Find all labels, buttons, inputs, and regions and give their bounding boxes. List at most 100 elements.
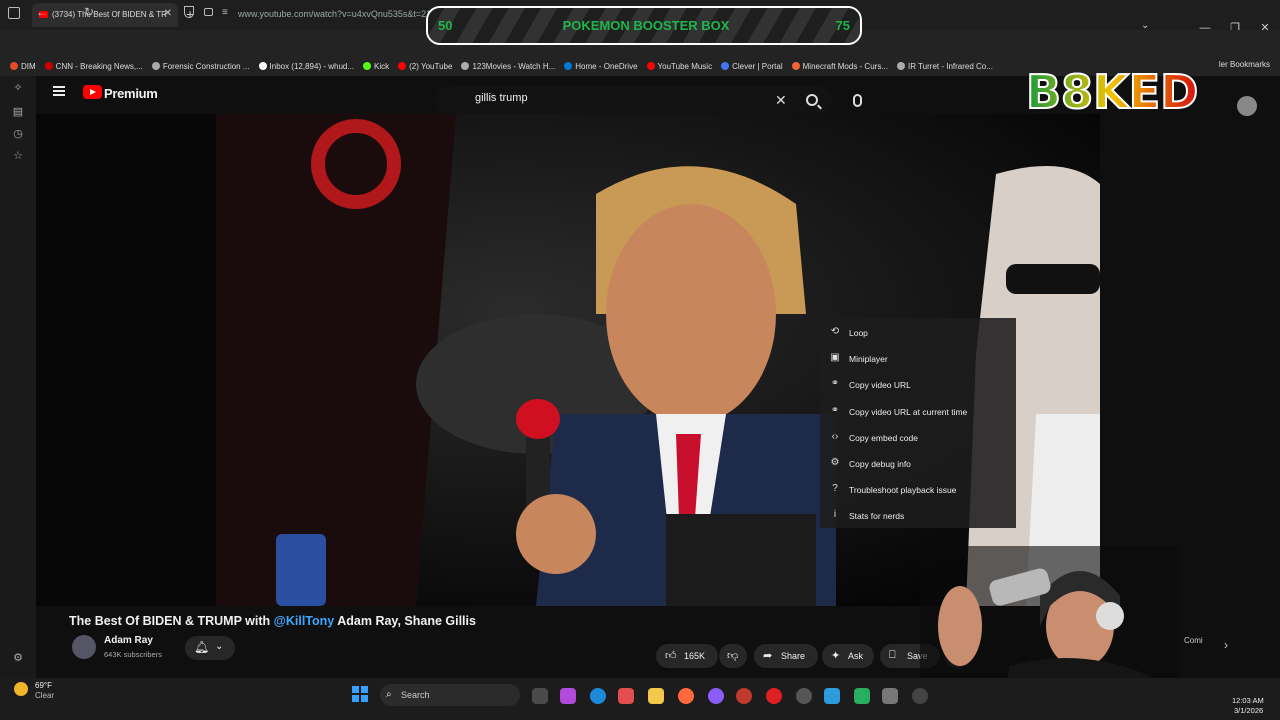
tab-close-icon[interactable]: ✕ [164,8,172,19]
bookmark-label: Inbox (12,894) - whud... [269,61,355,71]
context-menu-item[interactable]: ⟲ Loop [820,320,1016,344]
weather-moon-icon[interactable] [14,682,28,696]
context-menu-item[interactable]: ⚭ Copy video URL [820,372,1016,396]
clock-time[interactable]: 12:03 AM [1232,696,1264,705]
minimize-icon[interactable]: — [1190,0,1220,34]
video-title-text: The Best Of BIDEN & TRUMP with [69,614,271,628]
bookmark-item[interactable]: IR Turret - Infrared Co... [897,62,993,71]
menu-icon[interactable] [53,86,65,96]
debug-icon: ⚙ [830,457,840,468]
forward-icon[interactable]: → [60,5,72,19]
bookmark-label: YouTube Music [657,61,713,71]
settings-gear-icon[interactable]: ⚙ [12,652,24,664]
site-settings-icon[interactable]: ≡ [222,7,228,18]
context-menu-item[interactable]: ‹› Copy embed code [820,425,1016,449]
like-count: 165K [684,651,706,661]
photos-icon[interactable] [824,688,840,704]
shield-icon[interactable] [184,6,194,18]
bookmark-item[interactable]: Clever | Portal [721,62,783,71]
weather-temperature[interactable]: 69°F [35,681,52,690]
ask-button[interactable]: ✦ Ask [822,644,874,668]
bookmark-label: Forensic Construction ... [162,61,250,71]
maximize-icon[interactable]: ❐ [1220,0,1250,34]
dislike-button[interactable]: 👎︎ [719,644,747,668]
bookmark-item[interactable]: CNN - Breaking News,... [44,61,143,71]
video-title: The Best Of BIDEN & TRUMP with @KillTony… [69,614,476,628]
context-menu-item[interactable]: ⚙ Copy debug info [820,451,1016,475]
sidebar-toggle-icon[interactable] [8,7,20,19]
channel-name[interactable]: Adam Ray [104,635,153,646]
obs-icon[interactable] [912,688,928,704]
bookmark-item[interactable]: 123Movies - Watch H... [461,62,555,71]
lock-icon[interactable] [204,8,213,16]
bookmark-label: (2) YouTube [409,61,453,71]
ai-sparkle-icon[interactable]: ✧ [12,82,24,94]
url-field[interactable]: www.youtube.com/watch?v=u4xvQnu535s&t=21… [238,9,441,19]
bookmark-favicon-icon [461,62,470,70]
side-chip[interactable]: Comi [1184,636,1203,645]
file-explorer-icon[interactable] [648,688,664,704]
bookmark-favicon-icon [398,62,407,70]
back-icon[interactable]: ← [36,5,48,19]
edge-icon[interactable] [590,688,606,704]
clear-search-icon[interactable]: ✕ [775,92,787,109]
snipping-tool-icon[interactable] [882,688,898,704]
history-icon[interactable]: ◷ [12,128,24,140]
other-bookmarks[interactable]: ler Bookmarks [1219,60,1270,69]
firefox-icon[interactable] [678,688,694,704]
youtube-premium-label[interactable]: Premium [104,86,158,101]
video-title-mention-link[interactable]: @KillTony [274,614,335,628]
notifications-bell-button[interactable]: 🔔︎ ⌄ [185,636,235,660]
search-icon: ⌕ [386,689,392,700]
taskbar-search-label: Search [401,690,430,700]
bookmark-item[interactable]: YouTube Music [646,61,713,71]
channel-avatar[interactable] [72,635,96,659]
context-menu-label: Copy video URL [849,380,911,391]
bookmark-item[interactable]: Minecraft Mods - Curs... [791,62,888,71]
bookmark-item[interactable]: Kick [363,62,389,71]
share-button[interactable]: ➦ Share [754,644,818,668]
windows-start-icon[interactable] [352,686,368,702]
close-window-icon[interactable]: ✕ [1250,0,1280,34]
like-button[interactable]: 👍︎ 165K [656,644,718,668]
search-icon[interactable] [806,94,818,106]
context-menu-item[interactable]: ? Troubleshoot playback issue [820,477,1016,501]
browser-side-rail: ✧ ▤ ◷ ☆ ⚙ [0,76,36,678]
bookmark-item[interactable]: (2) YouTube [398,62,452,71]
thumbs-down-icon: 👎︎ [727,650,739,662]
copilot-icon[interactable] [560,688,576,704]
chevron-right-icon[interactable]: › [1224,638,1228,652]
task-view-icon[interactable] [532,688,548,704]
browser-tab-active[interactable]: (3734) The Best Of BIDEN & TR ✕ [32,3,178,27]
youtube-app-icon[interactable] [766,688,782,704]
store-icon[interactable] [618,688,634,704]
bookmark-label: Clever | Portal [732,61,783,71]
youtube-logo-icon[interactable] [83,85,102,99]
microphone-icon[interactable] [853,94,862,107]
miniplayer-icon: ▣ [830,352,840,364]
favorites-icon[interactable]: ☆ [12,150,24,162]
context-menu-label: Copy embed code [849,432,918,443]
weather-condition[interactable]: Clear [35,691,54,700]
context-menu-label: Stats for nerds [849,511,905,522]
context-menu-item[interactable]: ▣ Miniplayer [820,346,1016,370]
embed-icon: ‹› [831,430,839,442]
account-avatar[interactable] [1237,96,1257,116]
bookmark-item[interactable]: Home - OneDrive [564,62,638,71]
discord-icon[interactable] [708,688,724,704]
search-input[interactable]: gillis trump [475,92,528,104]
bookmark-label: CNN - Breaking News,... [55,61,143,71]
bookmark-item[interactable]: Inbox (12,894) - whud... [258,61,355,71]
bookmark-item[interactable]: DIM [10,62,36,71]
steam-icon[interactable] [796,688,812,704]
reader-icon[interactable]: ▤ [12,106,24,118]
context-menu-item[interactable]: ⚭ Copy video URL at current time [820,399,1016,423]
clock-date[interactable]: 3/1/2026 [1234,706,1263,715]
bookmark-favicon-icon [721,62,730,70]
media-player-icon[interactable] [854,688,870,704]
help-icon: ? [832,483,838,495]
app-icon[interactable] [736,688,752,704]
reload-icon[interactable]: ↻ [84,5,94,19]
bookmark-item[interactable]: Forensic Construction ... [151,61,250,71]
context-menu-item[interactable]: i Stats for nerds [820,503,1016,527]
